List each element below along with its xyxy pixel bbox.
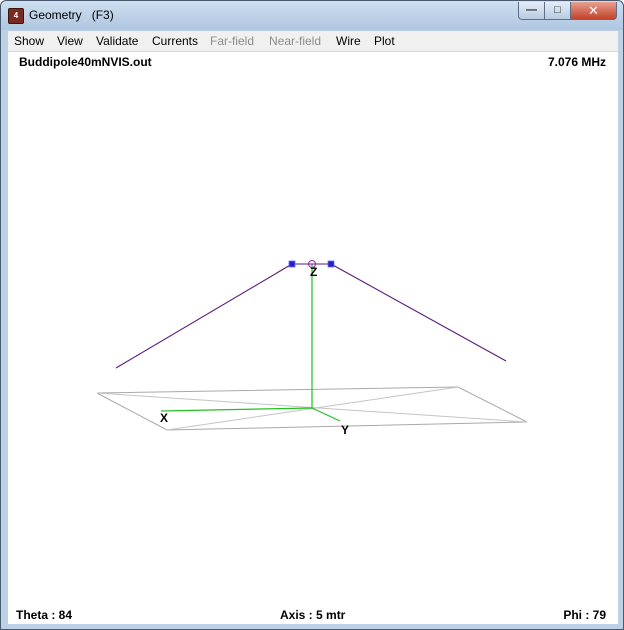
wire-right-leg <box>330 263 507 362</box>
menu-view[interactable]: View <box>57 34 83 48</box>
coordinate-axes <box>160 264 341 422</box>
x-axis-label: X <box>160 411 168 425</box>
axis-scale-label: Axis : 5 mtr <box>280 608 346 622</box>
antenna-3d-view[interactable]: X Y Z <box>8 52 618 624</box>
menu-near-field[interactable]: Near-field <box>269 34 321 48</box>
maximize-button[interactable]: □ <box>544 2 571 20</box>
menu-currents[interactable]: Currents <box>152 34 198 48</box>
x-axis-line <box>160 407 313 412</box>
wire-left-leg <box>115 263 293 369</box>
menu-validate[interactable]: Validate <box>96 34 138 48</box>
window-title-name: Geometry <box>29 8 82 22</box>
phi-label: Phi : 79 <box>563 608 606 622</box>
window-title: Geometry (F3) <box>29 8 114 22</box>
antenna-wires <box>115 263 507 369</box>
geometry-window: 4 Geometry (F3) — □ ✕ Show View Validate… <box>0 0 624 630</box>
app-icon: 4 <box>8 8 24 24</box>
minimize-button[interactable]: — <box>518 2 545 20</box>
segment-marker-right <box>327 260 335 268</box>
menu-plot[interactable]: Plot <box>374 34 395 48</box>
segment-marker-left <box>288 260 296 268</box>
menu-far-field[interactable]: Far-field <box>210 34 254 48</box>
menu-wire[interactable]: Wire <box>336 34 361 48</box>
title-bar[interactable]: 4 Geometry (F3) — □ ✕ <box>1 1 623 30</box>
window-title-shortcut: (F3) <box>91 8 114 22</box>
close-button[interactable]: ✕ <box>570 2 617 20</box>
menu-show[interactable]: Show <box>14 34 44 48</box>
menu-bar: Show View Validate Currents Far-field Ne… <box>8 31 618 52</box>
theta-label: Theta : 84 <box>16 608 73 622</box>
geometry-view[interactable]: Buddipole40mNVIS.out 7.076 MHz X Y Z The… <box>8 52 618 624</box>
y-axis-label: Y <box>341 423 349 437</box>
y-axis-line <box>311 407 341 422</box>
